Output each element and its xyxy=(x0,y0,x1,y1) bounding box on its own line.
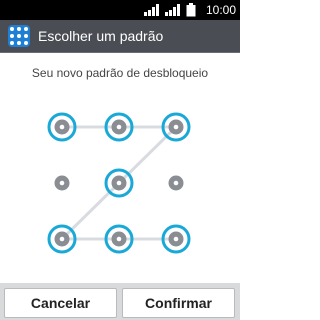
cancel-button[interactable]: Cancelar xyxy=(4,288,117,318)
pattern-node-6[interactable] xyxy=(168,175,184,191)
confirm-button[interactable]: Confirmar xyxy=(122,288,235,318)
pattern-node-5[interactable] xyxy=(104,168,134,198)
footer-bar: Cancelar Confirmar xyxy=(0,283,240,320)
pattern-node-4[interactable] xyxy=(54,175,70,191)
unlock-pattern-grid[interactable] xyxy=(0,0,240,320)
